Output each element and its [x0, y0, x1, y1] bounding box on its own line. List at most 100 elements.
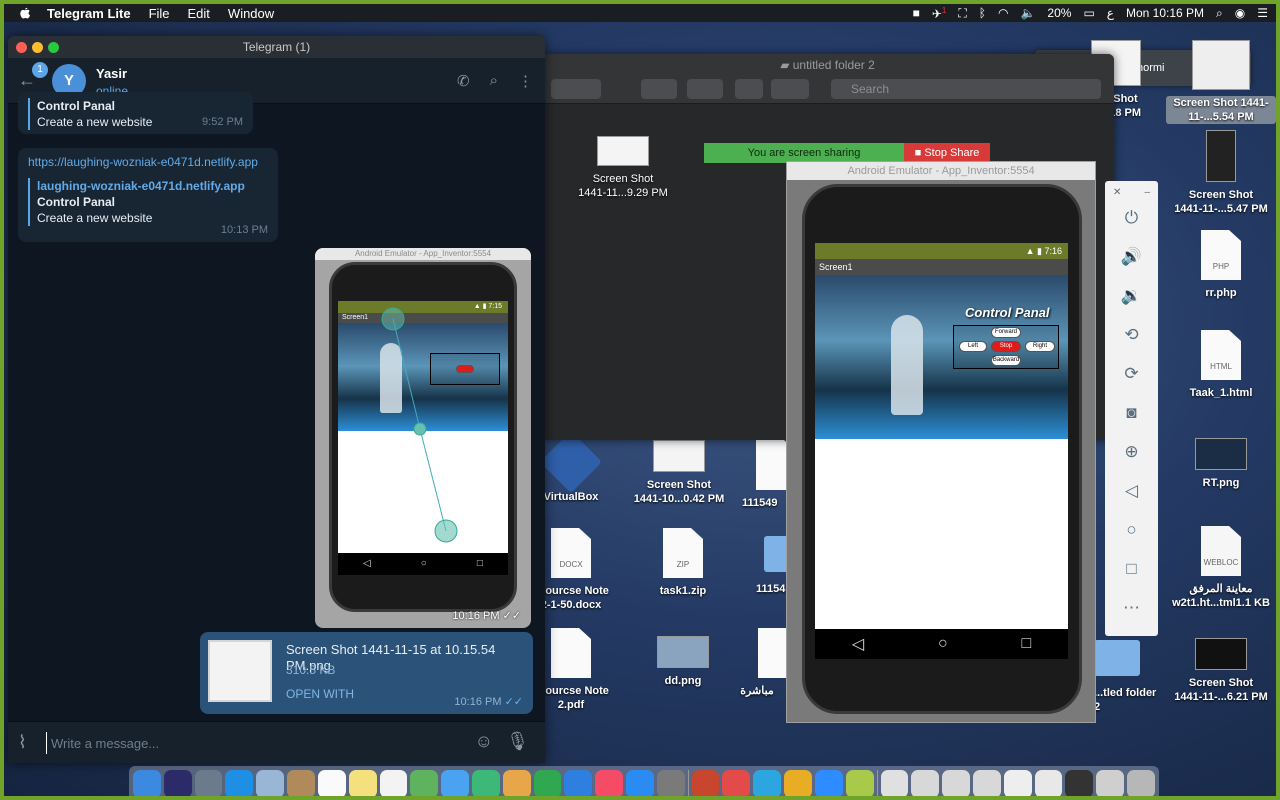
power-icon[interactable]: ⏻	[1105, 198, 1158, 237]
close-window-button[interactable]	[16, 42, 27, 53]
camera-icon[interactable]: ◙	[1105, 393, 1158, 432]
emoji-icon[interactable]: ☺	[475, 731, 493, 752]
keynote-icon[interactable]	[564, 770, 593, 796]
desktop-icon-screenshot-042[interactable]: Screen Shot 1441-10...0.42 PM	[624, 440, 734, 506]
backward-button[interactable]: Backward	[991, 355, 1021, 366]
home-icon[interactable]: ○	[1105, 510, 1158, 549]
maps-icon[interactable]	[410, 770, 439, 796]
right-button[interactable]: Right	[1025, 341, 1055, 352]
calendar-icon[interactable]	[317, 770, 346, 796]
file-message[interactable]: Screen Shot 1441-11-15 at 10.15.54 PM.pn…	[200, 632, 533, 714]
desktop-icon-11154[interactable]: 11154	[742, 528, 786, 596]
recent-item-icon[interactable]	[1096, 770, 1124, 796]
recent-item-icon[interactable]	[972, 770, 1001, 796]
recent-item-icon[interactable]	[880, 770, 909, 796]
recent-item-icon[interactable]	[911, 770, 940, 796]
rotate-right-icon[interactable]: ⟳	[1105, 354, 1158, 393]
more-icon[interactable]: ⋯	[1105, 588, 1158, 627]
recent-item-icon[interactable]	[1034, 770, 1063, 796]
overview-icon[interactable]: □	[1105, 549, 1158, 588]
stickies-icon[interactable]	[348, 770, 377, 796]
bluetooth-icon[interactable]: ᛒ	[979, 6, 986, 20]
left-button[interactable]: Left	[959, 341, 987, 352]
desktop-icon-screenshot-547[interactable]: Screen Shot 1441-11-...5.47 PM	[1166, 130, 1276, 216]
powerpoint-icon[interactable]	[691, 770, 720, 796]
reminders-icon[interactable]	[379, 770, 408, 796]
preview-site-name[interactable]: laughing-wozniak-e0471d.netlify.app	[37, 178, 268, 194]
image-message[interactable]: Android Emulator - App_Inventor:5554 ▲ ▮…	[315, 248, 531, 628]
phone-icon[interactable]: ✆	[457, 72, 470, 90]
android-studio-icon[interactable]	[845, 770, 874, 796]
menu-app-name[interactable]: Telegram Lite	[38, 6, 140, 21]
zoom-icon[interactable]: ⊕	[1105, 432, 1158, 471]
minimize-icon[interactable]: –	[1144, 187, 1150, 198]
tag-button[interactable]	[771, 79, 809, 99]
menu-window[interactable]: Window	[219, 6, 283, 21]
telegram-tray-icon[interactable]: ✈1	[932, 6, 947, 21]
facetime-icon[interactable]	[471, 770, 500, 796]
finder-icon[interactable]	[133, 770, 161, 796]
back-nav-icon[interactable]: ◁	[852, 634, 864, 654]
preview-icon[interactable]	[256, 770, 285, 796]
rotate-left-icon[interactable]: ⟲	[1105, 315, 1158, 354]
file-thumbnail[interactable]	[208, 640, 272, 702]
close-icon[interactable]: ✕	[1113, 187, 1121, 198]
desktop-icon-111549[interactable]: 111549	[732, 440, 786, 510]
pages-icon[interactable]	[502, 770, 531, 796]
finder-search-input[interactable]: Search	[831, 79, 1101, 99]
siri-icon[interactable]	[163, 770, 192, 796]
desktop-icon-task1-zip[interactable]: ZIP task1.zip	[628, 528, 738, 598]
home-nav-icon[interactable]: ○	[938, 635, 948, 653]
message-link[interactable]: https://laughing-wozniak-e0471d.netlify.…	[28, 154, 268, 170]
telegram-icon[interactable]	[753, 770, 782, 796]
recent-item-icon[interactable]	[1065, 770, 1094, 796]
zoom-app-icon[interactable]	[814, 770, 843, 796]
view-mode-buttons[interactable]	[551, 79, 601, 99]
screen-share-icon[interactable]: ⛶	[958, 6, 966, 21]
menubar-clock[interactable]: Mon 10:16 PM	[1126, 6, 1204, 20]
chrome-icon[interactable]	[784, 770, 812, 796]
notes-icon[interactable]	[287, 770, 315, 796]
menu-edit[interactable]: Edit	[179, 6, 219, 21]
action-button[interactable]	[687, 79, 723, 99]
desktop-icon-screenshot-621[interactable]: Screen Shot 1441-11-...6.21 PM	[1166, 638, 1276, 704]
battery-percent[interactable]: 20%	[1047, 6, 1071, 20]
message-bubble[interactable]: https://laughing-wozniak-e0471d.netlify.…	[18, 148, 278, 242]
launchpad-icon[interactable]	[194, 770, 223, 796]
system-preferences-icon[interactable]	[656, 770, 685, 796]
desktop-icon-rt-png[interactable]: RT.png	[1166, 438, 1276, 490]
desktop-icon-arabic[interactable]: مباشرة	[728, 628, 786, 698]
recent-item-icon[interactable]	[1003, 770, 1032, 796]
desktop-icon-screenshot-top[interactable]: Screen Shot 1441-11-...5.54 PM	[1166, 40, 1276, 124]
menu-file[interactable]: File	[140, 6, 179, 21]
input-source[interactable]: ع	[1107, 6, 1114, 20]
zoom-icon[interactable]: ■	[913, 6, 920, 20]
recents-nav-icon[interactable]: □	[1021, 635, 1031, 653]
desktop-icon-rr-php[interactable]: PHP rr.php	[1166, 230, 1276, 300]
mail-app-icon[interactable]	[722, 770, 751, 796]
wifi-icon[interactable]: ◠	[998, 6, 1008, 20]
share-button[interactable]	[735, 79, 763, 99]
volume-down-icon[interactable]: 🔉	[1105, 276, 1158, 315]
music-icon[interactable]	[595, 770, 623, 796]
app-store-icon[interactable]	[626, 770, 654, 796]
finder-file-screenshot[interactable]: Screen Shot 1441-11...9.29 PM	[568, 136, 678, 200]
group-button[interactable]	[641, 79, 677, 99]
numbers-icon[interactable]	[533, 770, 562, 796]
open-with-button[interactable]: OPEN WITH	[286, 686, 354, 702]
stop-share-button[interactable]: ■ Stop Share	[904, 143, 990, 163]
siri-icon[interactable]: ◉	[1235, 6, 1245, 20]
message-bubble[interactable]: Control Panal Create a new website 9:52 …	[18, 92, 253, 134]
desktop-icon-untitled-folder[interactable]: ...tled folder 2	[1094, 640, 1164, 714]
attach-icon[interactable]: ⌇	[18, 732, 27, 753]
contact-name[interactable]: Yasir	[96, 66, 127, 81]
more-menu-icon[interactable]: ⋮	[518, 72, 533, 90]
forward-button[interactable]: Forward	[991, 327, 1021, 338]
back-icon[interactable]: ◁	[1105, 471, 1158, 510]
desktop-icon-taak-html[interactable]: HTML Taak_1.html	[1166, 330, 1276, 400]
trash-icon[interactable]	[1127, 770, 1155, 796]
volume-up-icon[interactable]: 🔊	[1105, 237, 1158, 276]
apple-icon[interactable]	[18, 6, 32, 20]
volume-icon[interactable]: 🔈	[1020, 6, 1035, 20]
zoom-window-button[interactable]	[48, 42, 59, 53]
